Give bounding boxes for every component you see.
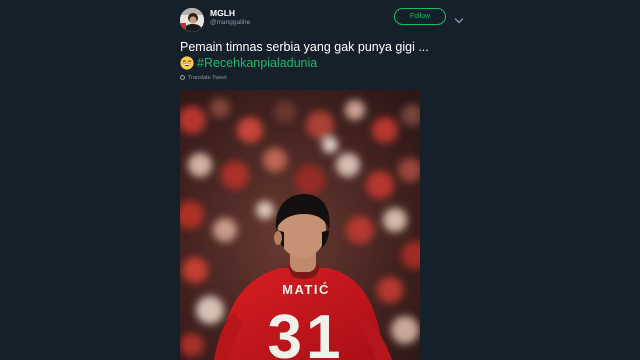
- display-name[interactable]: MGLH: [210, 8, 235, 18]
- jersey-name: MATIĆ: [282, 282, 330, 297]
- tweet-text-line2: #Recehkanpialadunia: [180, 55, 317, 71]
- tweet-card: MGLH @manggalihe Follow Pemain timnas se…: [170, 0, 470, 360]
- avatar[interactable]: [180, 8, 204, 32]
- user-avatar-image: [180, 8, 204, 32]
- page: MGLH @manggalihe Follow Pemain timnas se…: [0, 0, 640, 360]
- hashtag-link[interactable]: #Recehkanpialadunia: [197, 55, 317, 71]
- grinning-emoji-icon: [180, 56, 194, 70]
- chevron-down-icon[interactable]: [454, 12, 464, 24]
- translate-tweet-link[interactable]: Translate Tweet: [180, 74, 227, 82]
- footballer-photo: MATIĆ 31: [180, 90, 420, 360]
- user-handle[interactable]: @manggalihe: [210, 19, 250, 27]
- tweet-text: Pemain timnas serbia yang gak punya gigi…: [180, 40, 429, 54]
- translate-tweet-label: Translate Tweet: [188, 75, 227, 81]
- jersey-number: 31: [268, 303, 345, 360]
- follow-button[interactable]: Follow: [394, 8, 446, 25]
- globe-icon: [180, 75, 185, 81]
- tweet-photo[interactable]: MATIĆ 31: [180, 90, 420, 360]
